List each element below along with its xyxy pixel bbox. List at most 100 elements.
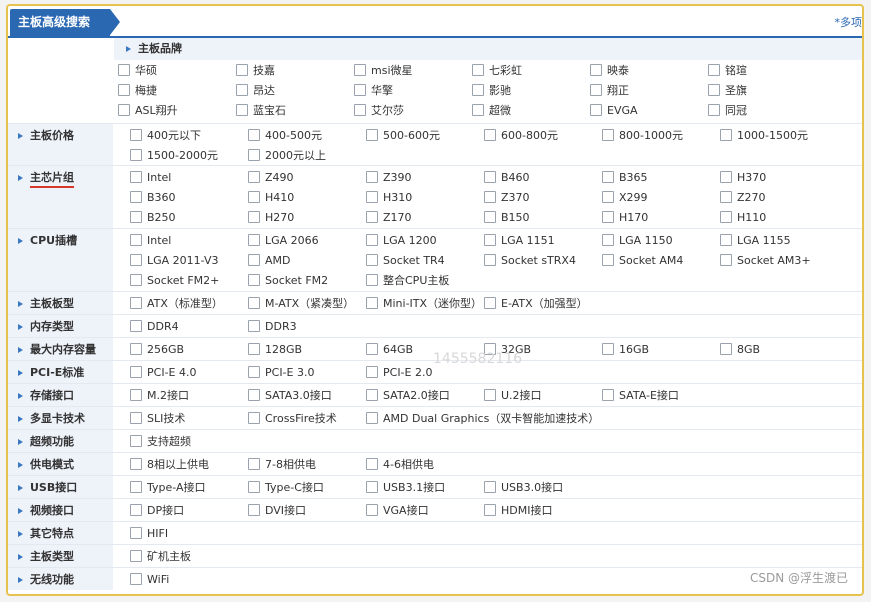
filter-option[interactable]: H270: [248, 208, 294, 228]
filter-option[interactable]: LGA 2066: [248, 231, 319, 251]
checkbox[interactable]: [130, 254, 142, 266]
checkbox[interactable]: [366, 481, 378, 493]
checkbox[interactable]: [472, 64, 484, 76]
filter-option[interactable]: Z270: [720, 188, 766, 208]
checkbox[interactable]: [720, 343, 732, 355]
checkbox[interactable]: [248, 389, 260, 401]
checkbox[interactable]: [366, 458, 378, 470]
checkbox[interactable]: [130, 234, 142, 246]
filter-option[interactable]: 铭瑄: [708, 61, 747, 81]
filter-option[interactable]: SATA2.0接口: [366, 386, 450, 406]
filter-option[interactable]: B250: [130, 208, 176, 228]
filter-option[interactable]: Intel: [130, 168, 171, 188]
checkbox[interactable]: [130, 412, 142, 424]
checkbox[interactable]: [248, 481, 260, 493]
filter-option[interactable]: B460: [484, 168, 530, 188]
filter-option[interactable]: 圣旗: [708, 81, 747, 101]
filter-row-label[interactable]: 主板类型: [8, 545, 113, 567]
checkbox[interactable]: [484, 129, 496, 141]
filter-option[interactable]: 4-6相供电: [366, 455, 434, 475]
filter-option[interactable]: HIFI: [130, 524, 168, 544]
checkbox[interactable]: [366, 129, 378, 141]
filter-option[interactable]: Type-A接口: [130, 478, 206, 498]
checkbox[interactable]: [248, 254, 260, 266]
checkbox[interactable]: [484, 254, 496, 266]
filter-row-label[interactable]: 存储接口: [8, 384, 113, 406]
filter-option[interactable]: CrossFire技术: [248, 409, 337, 429]
filter-option[interactable]: E-ATX（加强型）: [484, 294, 588, 314]
checkbox[interactable]: [130, 191, 142, 203]
checkbox[interactable]: [366, 297, 378, 309]
filter-option[interactable]: 256GB: [130, 340, 184, 360]
filter-option[interactable]: 2000元以上: [248, 146, 326, 166]
filter-row-label[interactable]: PCI-E标准: [8, 361, 113, 383]
filter-option[interactable]: DP接口: [130, 501, 184, 521]
filter-option[interactable]: Type-C接口: [248, 478, 324, 498]
filter-option[interactable]: 同冠: [708, 101, 747, 121]
filter-option[interactable]: 七彩虹: [472, 61, 522, 81]
checkbox[interactable]: [590, 84, 602, 96]
checkbox[interactable]: [720, 191, 732, 203]
filter-option[interactable]: 艾尔莎: [354, 101, 404, 121]
filter-option[interactable]: Z390: [366, 168, 412, 188]
checkbox[interactable]: [602, 191, 614, 203]
filter-row-label[interactable]: 主芯片组: [8, 166, 113, 228]
filter-option[interactable]: 128GB: [248, 340, 302, 360]
checkbox[interactable]: [484, 389, 496, 401]
checkbox[interactable]: [130, 343, 142, 355]
filter-option[interactable]: 800-1000元: [602, 126, 683, 146]
checkbox[interactable]: [236, 64, 248, 76]
checkbox[interactable]: [720, 234, 732, 246]
filter-option[interactable]: 400-500元: [248, 126, 322, 146]
filter-option[interactable]: Z370: [484, 188, 530, 208]
checkbox[interactable]: [118, 84, 130, 96]
checkbox[interactable]: [602, 171, 614, 183]
filter-option[interactable]: 8相以上供电: [130, 455, 209, 475]
filter-option[interactable]: H110: [720, 208, 766, 228]
checkbox[interactable]: [366, 504, 378, 516]
checkbox[interactable]: [130, 129, 142, 141]
checkbox[interactable]: [484, 211, 496, 223]
checkbox[interactable]: [130, 435, 142, 447]
checkbox[interactable]: [130, 171, 142, 183]
filter-row-label[interactable]: USB接口: [8, 476, 113, 498]
checkbox[interactable]: [602, 343, 614, 355]
filter-row-label[interactable]: 主板价格: [8, 124, 113, 165]
filter-option[interactable]: PCI-E 3.0: [248, 363, 314, 383]
checkbox[interactable]: [130, 320, 142, 332]
checkbox[interactable]: [130, 274, 142, 286]
filter-option[interactable]: ASL翔升: [118, 101, 178, 121]
filter-option[interactable]: 16GB: [602, 340, 649, 360]
filter-option[interactable]: DDR4: [130, 317, 179, 337]
checkbox[interactable]: [366, 343, 378, 355]
filter-option[interactable]: SATA-E接口: [602, 386, 679, 406]
checkbox[interactable]: [602, 389, 614, 401]
checkbox[interactable]: [130, 366, 142, 378]
filter-row-label[interactable]: 视频接口: [8, 499, 113, 521]
filter-option[interactable]: 华硕: [118, 61, 157, 81]
checkbox[interactable]: [130, 481, 142, 493]
filter-option[interactable]: LGA 1155: [720, 231, 791, 251]
checkbox[interactable]: [484, 171, 496, 183]
checkbox[interactable]: [366, 366, 378, 378]
checkbox[interactable]: [130, 458, 142, 470]
filter-option[interactable]: Socket FM2: [248, 271, 328, 291]
checkbox[interactable]: [248, 504, 260, 516]
checkbox[interactable]: [720, 171, 732, 183]
filter-option[interactable]: Socket AM4: [602, 251, 683, 271]
filter-option[interactable]: Socket AM3+: [720, 251, 811, 271]
checkbox[interactable]: [472, 84, 484, 96]
checkbox[interactable]: [248, 297, 260, 309]
checkbox[interactable]: [366, 412, 378, 424]
checkbox[interactable]: [720, 254, 732, 266]
filter-row-label[interactable]: 主板板型: [8, 292, 113, 314]
filter-option[interactable]: 64GB: [366, 340, 413, 360]
filter-option[interactable]: Intel: [130, 231, 171, 251]
filter-row-label[interactable]: 无线功能: [8, 568, 113, 590]
filter-option[interactable]: 昂达: [236, 81, 275, 101]
filter-row-label[interactable]: 供电模式: [8, 453, 113, 475]
filter-option[interactable]: 1000-1500元: [720, 126, 808, 146]
filter-option[interactable]: 华擎: [354, 81, 393, 101]
filter-option[interactable]: Z490: [248, 168, 294, 188]
checkbox[interactable]: [248, 171, 260, 183]
